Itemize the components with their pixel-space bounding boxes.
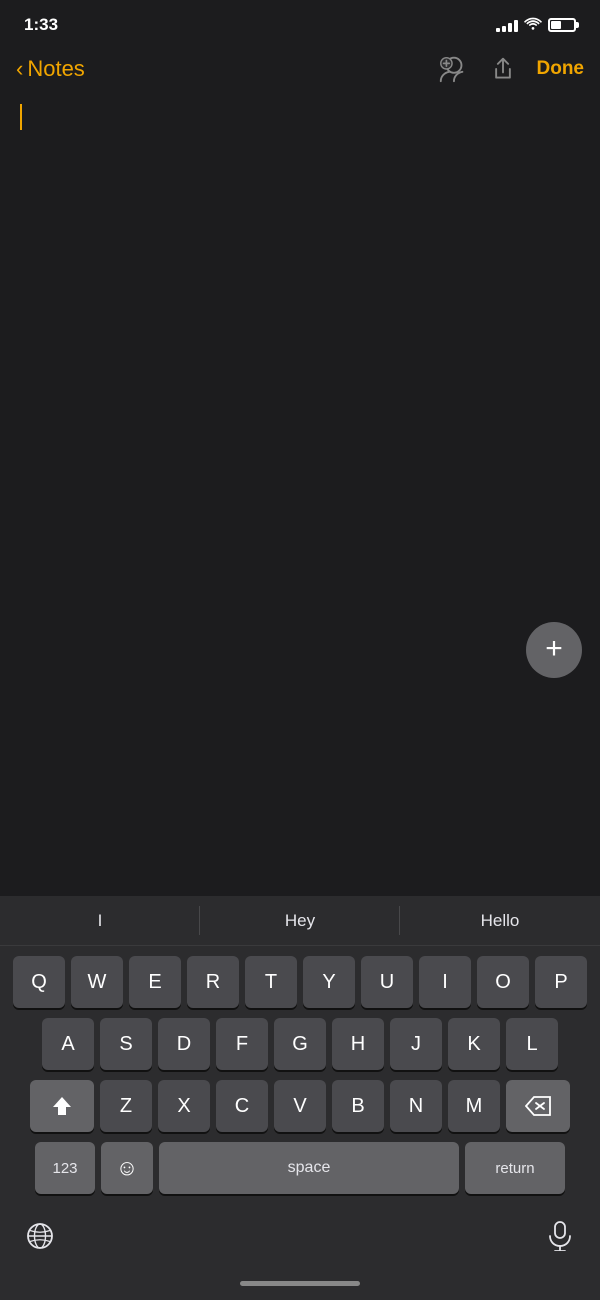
nav-bar: ‹ Notes Done	[0, 44, 600, 96]
home-indicator	[0, 1266, 600, 1300]
share-button[interactable]	[489, 55, 517, 83]
key-m[interactable]: M	[448, 1080, 500, 1132]
note-content-area[interactable]: +	[0, 96, 600, 696]
battery-icon	[548, 18, 576, 32]
key-n[interactable]: N	[390, 1080, 442, 1132]
keyboard: I Hey Hello Q W E R T Y U I O P A S D F …	[0, 896, 600, 1300]
back-button[interactable]: ‹ Notes	[16, 56, 85, 82]
key-h[interactable]: H	[332, 1018, 384, 1070]
key-d[interactable]: D	[158, 1018, 210, 1070]
shift-key[interactable]	[30, 1080, 94, 1132]
emoji-key[interactable]: ☺	[101, 1142, 153, 1194]
key-c[interactable]: C	[216, 1080, 268, 1132]
bottom-row	[0, 1210, 600, 1266]
signal-icon	[496, 18, 518, 32]
key-f[interactable]: F	[216, 1018, 268, 1070]
key-y[interactable]: Y	[303, 956, 355, 1008]
key-x[interactable]: X	[158, 1080, 210, 1132]
key-a[interactable]: A	[42, 1018, 94, 1070]
key-j[interactable]: J	[390, 1018, 442, 1070]
key-t[interactable]: T	[245, 956, 297, 1008]
key-rows: Q W E R T Y U I O P A S D F G H J K L	[0, 946, 600, 1210]
status-icons	[496, 16, 576, 35]
add-collaborator-button[interactable]	[437, 53, 469, 85]
wifi-icon	[524, 16, 542, 35]
key-i[interactable]: I	[419, 956, 471, 1008]
back-label: Notes	[27, 56, 84, 82]
key-row-3: Z X C V B N M	[4, 1080, 596, 1132]
add-icon: +	[545, 634, 563, 664]
key-k[interactable]: K	[448, 1018, 500, 1070]
key-p[interactable]: P	[535, 956, 587, 1008]
predictive-item-3[interactable]: Hello	[400, 896, 600, 945]
key-row-4: 123 ☺ space return	[4, 1142, 596, 1194]
mic-key[interactable]	[536, 1212, 584, 1260]
backspace-key[interactable]	[506, 1080, 570, 1132]
predictive-bar: I Hey Hello	[0, 896, 600, 946]
status-time: 1:33	[24, 15, 58, 35]
predictive-item-1[interactable]: I	[0, 896, 200, 945]
predictive-item-2[interactable]: Hey	[200, 896, 400, 945]
key-o[interactable]: O	[477, 956, 529, 1008]
numbers-key[interactable]: 123	[35, 1142, 95, 1194]
key-g[interactable]: G	[274, 1018, 326, 1070]
done-button[interactable]: Done	[537, 58, 585, 80]
key-e[interactable]: E	[129, 956, 181, 1008]
add-content-button[interactable]: +	[526, 622, 582, 678]
key-v[interactable]: V	[274, 1080, 326, 1132]
key-s[interactable]: S	[100, 1018, 152, 1070]
text-cursor	[20, 104, 22, 130]
key-r[interactable]: R	[187, 956, 239, 1008]
nav-actions: Done	[437, 53, 585, 85]
key-z[interactable]: Z	[100, 1080, 152, 1132]
globe-key[interactable]	[16, 1212, 64, 1260]
home-bar	[240, 1281, 360, 1286]
status-bar: 1:33	[0, 0, 600, 44]
key-b[interactable]: B	[332, 1080, 384, 1132]
space-key[interactable]: space	[159, 1142, 459, 1194]
key-row-2: A S D F G H J K L	[4, 1018, 596, 1070]
key-w[interactable]: W	[71, 956, 123, 1008]
key-l[interactable]: L	[506, 1018, 558, 1070]
back-chevron-icon: ‹	[16, 58, 23, 80]
key-row-1: Q W E R T Y U I O P	[4, 956, 596, 1008]
key-q[interactable]: Q	[13, 956, 65, 1008]
key-u[interactable]: U	[361, 956, 413, 1008]
return-key[interactable]: return	[465, 1142, 565, 1194]
